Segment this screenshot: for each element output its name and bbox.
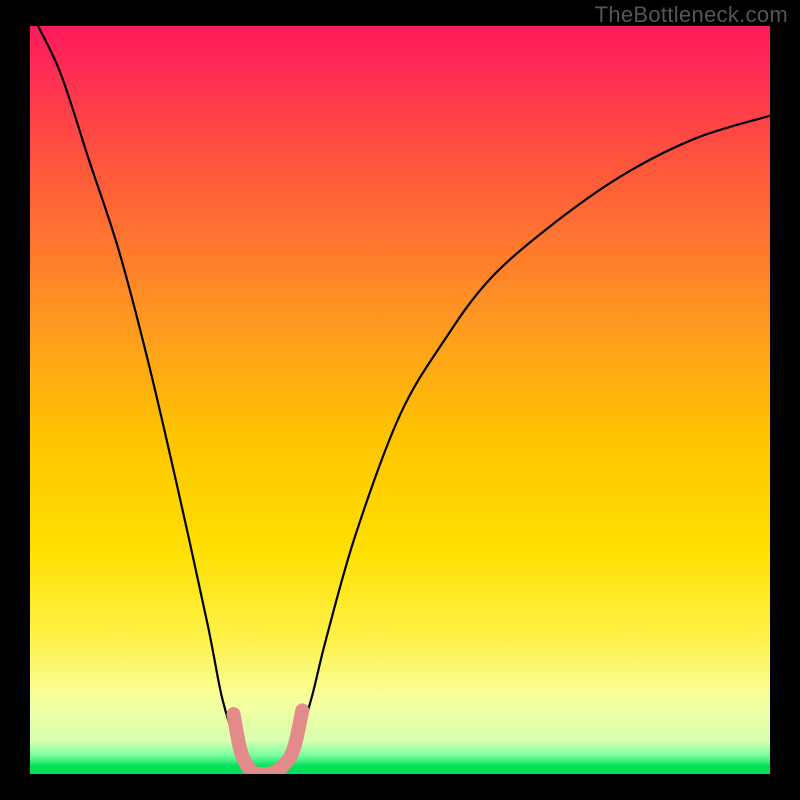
- watermark-text: TheBottleneck.com: [595, 2, 788, 28]
- bottleneck-chart: [0, 0, 800, 800]
- plot-background: [30, 26, 770, 774]
